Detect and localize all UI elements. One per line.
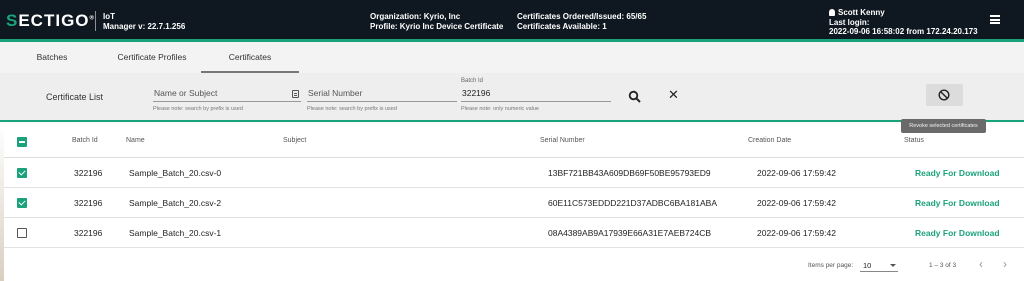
tab-certificate-profiles[interactable]: Certificate Profiles (104, 42, 200, 73)
cell-batch-id: 322196 (74, 198, 103, 208)
user-info: Scott Kenny Last login: 2022-09-06 16:58… (829, 8, 978, 37)
close-icon: ✕ (668, 87, 679, 102)
name-subject-input[interactable] (153, 88, 301, 102)
table-row[interactable]: 322196 Sample_Batch_20.csv-0 13BF721BB43… (0, 158, 1024, 188)
cell-name: Sample_Batch_20.csv-2 (129, 198, 222, 208)
previous-page-button[interactable]: ‹ (979, 258, 983, 270)
revoke-tooltip: Revoke selected certificates (901, 119, 986, 133)
cell-status[interactable]: Ready For Download (915, 168, 1000, 178)
select-all-checkbox[interactable] (17, 137, 27, 147)
app-header: SECTIGO® IoT Manager v: 22.7.1.256 Organ… (0, 0, 1024, 42)
cell-name: Sample_Batch_20.csv-1 (129, 228, 222, 238)
tab-batches[interactable]: Batches (22, 42, 82, 73)
cell-creation-date: 2022-09-06 17:59:42 (757, 228, 836, 238)
table-row[interactable]: 322196 Sample_Batch_20.csv-1 08A4389AB9A… (0, 218, 1024, 248)
cell-batch-id: 322196 (74, 168, 103, 178)
tab-certificates[interactable]: Certificates (201, 42, 299, 73)
column-header-serial-number[interactable]: Serial Number (540, 137, 585, 144)
app-title: IoT (103, 12, 115, 21)
filter-bar: Certificate List Please note: search by … (0, 73, 1024, 122)
items-per-page-value: 10 (863, 261, 872, 270)
column-header-creation-date[interactable]: Creation Date (748, 137, 791, 144)
cell-serial-number: 08A4389AB9A17939E66A31E7AEB724CB (548, 228, 712, 238)
app-version: Manager v: 22.7.1.256 (103, 22, 186, 31)
column-header-name[interactable]: Name (126, 137, 145, 144)
row-checkbox[interactable] (17, 228, 27, 238)
chevron-right-icon: › (1003, 257, 1007, 271)
organization-info: Organization: Kyrio, Inc Profile: Kyrio … (370, 12, 503, 32)
logo-text: ECTIGO (18, 11, 90, 30)
cell-name: Sample_Batch_20.csv-0 (129, 168, 222, 178)
column-header-status[interactable]: Status (904, 137, 924, 144)
search-button[interactable] (628, 90, 642, 104)
cell-status[interactable]: Ready For Download (915, 228, 1000, 238)
tab-bar: Batches Certificate Profiles Certificate… (0, 42, 1024, 73)
revoke-button[interactable] (926, 84, 963, 106)
clear-filter-button[interactable]: ✕ (668, 88, 679, 102)
cell-status[interactable]: Ready For Download (915, 198, 1000, 208)
certs-available: Certificates Available: 1 (517, 22, 607, 31)
name-subject-field: Please note: search by prefix is used (153, 73, 301, 117)
last-login-value: 2022-09-06 16:58:02 from 172.24.20.173 (829, 27, 978, 36)
certificate-counts: Certificates Ordered/Issued: 65/65 Certi… (517, 12, 646, 32)
window-edge (0, 124, 4, 281)
cell-creation-date: 2022-09-06 17:59:42 (757, 198, 836, 208)
cell-serial-number: 13BF721BB43A609DB69F50BE95793ED9 (548, 168, 711, 178)
cell-creation-date: 2022-09-06 17:59:42 (757, 168, 836, 178)
profile-name: Profile: Kyrio Inc Device Certificate (370, 22, 504, 31)
batch-id-label: Batch Id (461, 78, 484, 84)
user-name: Scott Kenny (838, 8, 885, 17)
app-name: IoT Manager v: 22.7.1.256 (103, 12, 185, 32)
certs-ordered: Certificates Ordered/Issued: 65/65 (517, 12, 647, 21)
user-icon (829, 9, 835, 16)
items-per-page-label: Items per page: (808, 262, 854, 269)
list-icon[interactable] (292, 90, 299, 98)
certificates-table: Batch Id Name Subject Serial Number Crea… (0, 124, 1024, 248)
serial-number-hint: Please note: search by prefix is used (307, 106, 397, 112)
serial-number-input[interactable] (307, 88, 457, 102)
sectigo-logo[interactable]: SECTIGO® (6, 11, 95, 31)
items-per-page-select[interactable]: 10 (860, 258, 898, 272)
chevron-left-icon: ‹ (979, 257, 983, 271)
name-subject-hint: Please note: search by prefix is used (153, 106, 243, 112)
paginator: Items per page: 10 1 – 3 of 3 ‹ › (0, 248, 1024, 281)
row-checkbox[interactable] (17, 168, 27, 178)
next-page-button[interactable]: › (1003, 258, 1007, 270)
table-header: Batch Id Name Subject Serial Number Crea… (0, 124, 1024, 158)
search-icon (628, 90, 641, 103)
column-header-batch-id[interactable]: Batch Id (72, 137, 98, 144)
page-range: 1 – 3 of 3 (929, 262, 957, 269)
row-checkbox[interactable] (17, 198, 27, 208)
chevron-down-icon (890, 264, 896, 267)
block-icon (938, 89, 950, 101)
table-row[interactable]: 322196 Sample_Batch_20.csv-2 60E11C573ED… (0, 188, 1024, 218)
column-header-subject[interactable]: Subject (283, 137, 306, 144)
cell-serial-number: 60E11C573EDDD221D37ADBC6BA181ABA (548, 198, 717, 208)
batch-id-input[interactable] (461, 88, 611, 102)
cell-batch-id: 322196 (74, 228, 103, 238)
certificate-list-title: Certificate List (46, 92, 104, 102)
organization-name: Organization: Kyrio, Inc (370, 12, 461, 21)
batch-id-field: Batch Id Please note: only numeric value (461, 73, 611, 117)
hamburger-menu-icon[interactable] (990, 15, 1000, 24)
last-login-label: Last login: (829, 17, 870, 27)
logo-divider (95, 11, 96, 31)
batch-id-hint: Please note: only numeric value (461, 106, 539, 112)
serial-number-field: Please note: search by prefix is used (307, 73, 457, 117)
